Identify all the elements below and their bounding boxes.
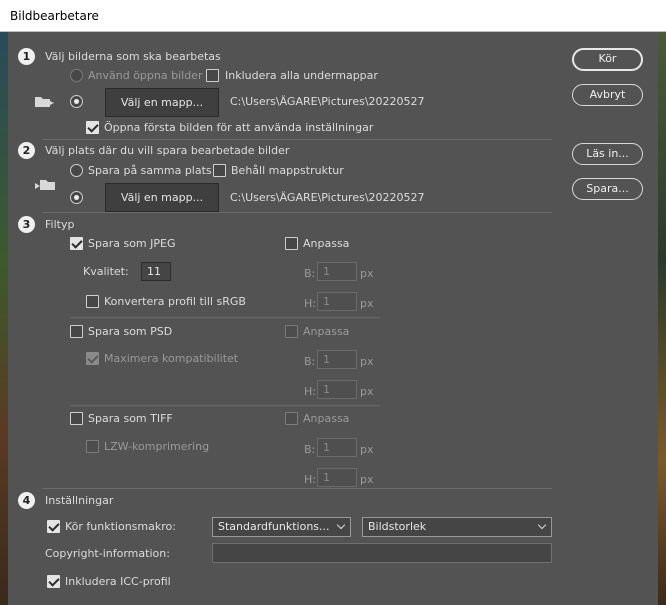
- jpeg-resize-checkbox[interactable]: [285, 237, 298, 250]
- source-path: C:\Users\ÄGARE\Pictures\20220527: [230, 95, 425, 108]
- cancel-button[interactable]: Avbryt: [572, 84, 643, 106]
- run-action-label: Kör funktionsmakro:: [65, 520, 176, 533]
- divider: [42, 488, 552, 489]
- open-first-image-checkbox[interactable]: [86, 121, 99, 134]
- divider: [42, 212, 552, 213]
- tiff-resize-checkbox[interactable]: [285, 412, 298, 425]
- psd-height-unit: px: [360, 385, 374, 398]
- jpeg-resize-label: Anpassa: [303, 237, 350, 250]
- action-value: Bildstorlek: [368, 520, 427, 533]
- chevron-down-icon: [336, 520, 346, 530]
- psd-width-input[interactable]: 1: [317, 350, 357, 369]
- include-subfolders-label: Inkludera alla undermappar: [225, 69, 378, 82]
- background-left-edge: [0, 32, 8, 605]
- quality-label: Kvalitet:: [83, 265, 129, 278]
- title-bar: Bildbearbetare: [0, 0, 666, 32]
- save-same-location-label: Spara på samma plats: [88, 164, 212, 177]
- tiff-height-label: H:: [304, 473, 316, 486]
- destination-path: C:\Users\ÄGARE\Pictures\20220527: [230, 191, 425, 204]
- action-dropdown[interactable]: Bildstorlek: [362, 517, 552, 537]
- tiff-resize-label: Anpassa: [303, 412, 350, 425]
- lzw-compression-checkbox[interactable]: [86, 440, 99, 453]
- jpeg-height-label: H:: [304, 297, 316, 310]
- psd-resize-checkbox[interactable]: [285, 325, 298, 338]
- save-as-jpeg-label: Spara som JPEG: [88, 237, 176, 250]
- destination-folder-radio[interactable]: [70, 191, 83, 204]
- open-first-image-label: Öppna första bilden för att använda inst…: [104, 121, 374, 134]
- copyright-label: Copyright-information:: [45, 547, 170, 560]
- section-3-title: Filtyp: [45, 218, 75, 231]
- copyright-input[interactable]: [212, 543, 552, 563]
- divider: [70, 317, 380, 318]
- divider: [70, 405, 380, 406]
- jpeg-width-label: B:: [304, 267, 316, 280]
- keep-folder-structure-checkbox[interactable]: [213, 164, 226, 177]
- use-open-images-radio[interactable]: [70, 69, 83, 82]
- jpeg-width-unit: px: [360, 267, 374, 280]
- save-same-location-radio[interactable]: [70, 164, 83, 177]
- psd-height-input[interactable]: 1: [317, 380, 357, 399]
- chevron-down-icon: [537, 520, 547, 530]
- section-3-number: 3: [18, 216, 35, 233]
- tiff-width-label: B:: [304, 443, 316, 456]
- save-as-psd-checkbox[interactable]: [70, 325, 83, 338]
- lzw-compression-label: LZW-komprimering: [104, 440, 210, 453]
- psd-resize-label: Anpassa: [303, 325, 350, 338]
- section-1-number: 1: [18, 48, 35, 65]
- folder-open-icon: [34, 94, 56, 108]
- maximize-compatibility-label: Maximera kompatibilitet: [104, 352, 239, 365]
- psd-height-label: H:: [304, 385, 316, 398]
- psd-width-unit: px: [360, 355, 374, 368]
- include-icc-checkbox[interactable]: [47, 575, 60, 588]
- tiff-width-input[interactable]: 1: [317, 438, 357, 457]
- window-title: Bildbearbetare: [10, 9, 99, 23]
- jpeg-height-unit: px: [360, 297, 374, 310]
- save-as-jpeg-checkbox[interactable]: [70, 237, 83, 250]
- folder-save-icon: [34, 177, 56, 191]
- save-as-tiff-checkbox[interactable]: [70, 412, 83, 425]
- convert-srgb-checkbox[interactable]: [86, 295, 99, 308]
- include-subfolders-checkbox[interactable]: [206, 69, 219, 82]
- jpeg-height-input[interactable]: 1: [317, 292, 357, 311]
- tiff-height-unit: px: [360, 473, 374, 486]
- maximize-compatibility-checkbox[interactable]: [86, 352, 99, 365]
- keep-folder-structure-label: Behåll mappstruktur: [231, 164, 344, 177]
- save-as-psd-label: Spara som PSD: [88, 325, 173, 338]
- choose-folder-button-2[interactable]: Välj en mapp...: [105, 183, 219, 212]
- use-open-images-label: Använd öppna bilder: [88, 69, 203, 82]
- section-4-title: Inställningar: [45, 494, 114, 507]
- divider: [42, 139, 552, 140]
- section-4-number: 4: [18, 492, 35, 509]
- run-button[interactable]: Kör: [572, 48, 643, 71]
- background-right-edge: [658, 32, 666, 605]
- tiff-height-input[interactable]: 1: [317, 468, 357, 487]
- tiff-width-unit: px: [360, 443, 374, 456]
- save-button[interactable]: Spara...: [572, 178, 643, 200]
- jpeg-width-input[interactable]: 1: [317, 262, 357, 281]
- run-action-checkbox[interactable]: [47, 520, 60, 533]
- action-set-value: Standardfunktions...: [218, 520, 330, 533]
- choose-folder-radio[interactable]: [70, 95, 83, 108]
- load-button[interactable]: Läs in...: [572, 143, 643, 165]
- action-set-dropdown[interactable]: Standardfunktions...: [212, 517, 351, 537]
- psd-width-label: B:: [304, 355, 316, 368]
- section-2-title: Välj plats där du vill spara bearbetade …: [45, 144, 290, 157]
- section-2-number: 2: [18, 142, 35, 159]
- convert-srgb-label: Konvertera profil till sRGB: [104, 295, 246, 308]
- quality-input[interactable]: 11: [141, 262, 171, 281]
- section-1-title: Välj bilderna som ska bearbetas: [45, 50, 221, 63]
- include-icc-label: Inkludera ICC-profil: [65, 575, 171, 588]
- choose-folder-button-1[interactable]: Välj en mapp...: [105, 88, 219, 117]
- save-as-tiff-label: Spara som TIFF: [88, 412, 173, 425]
